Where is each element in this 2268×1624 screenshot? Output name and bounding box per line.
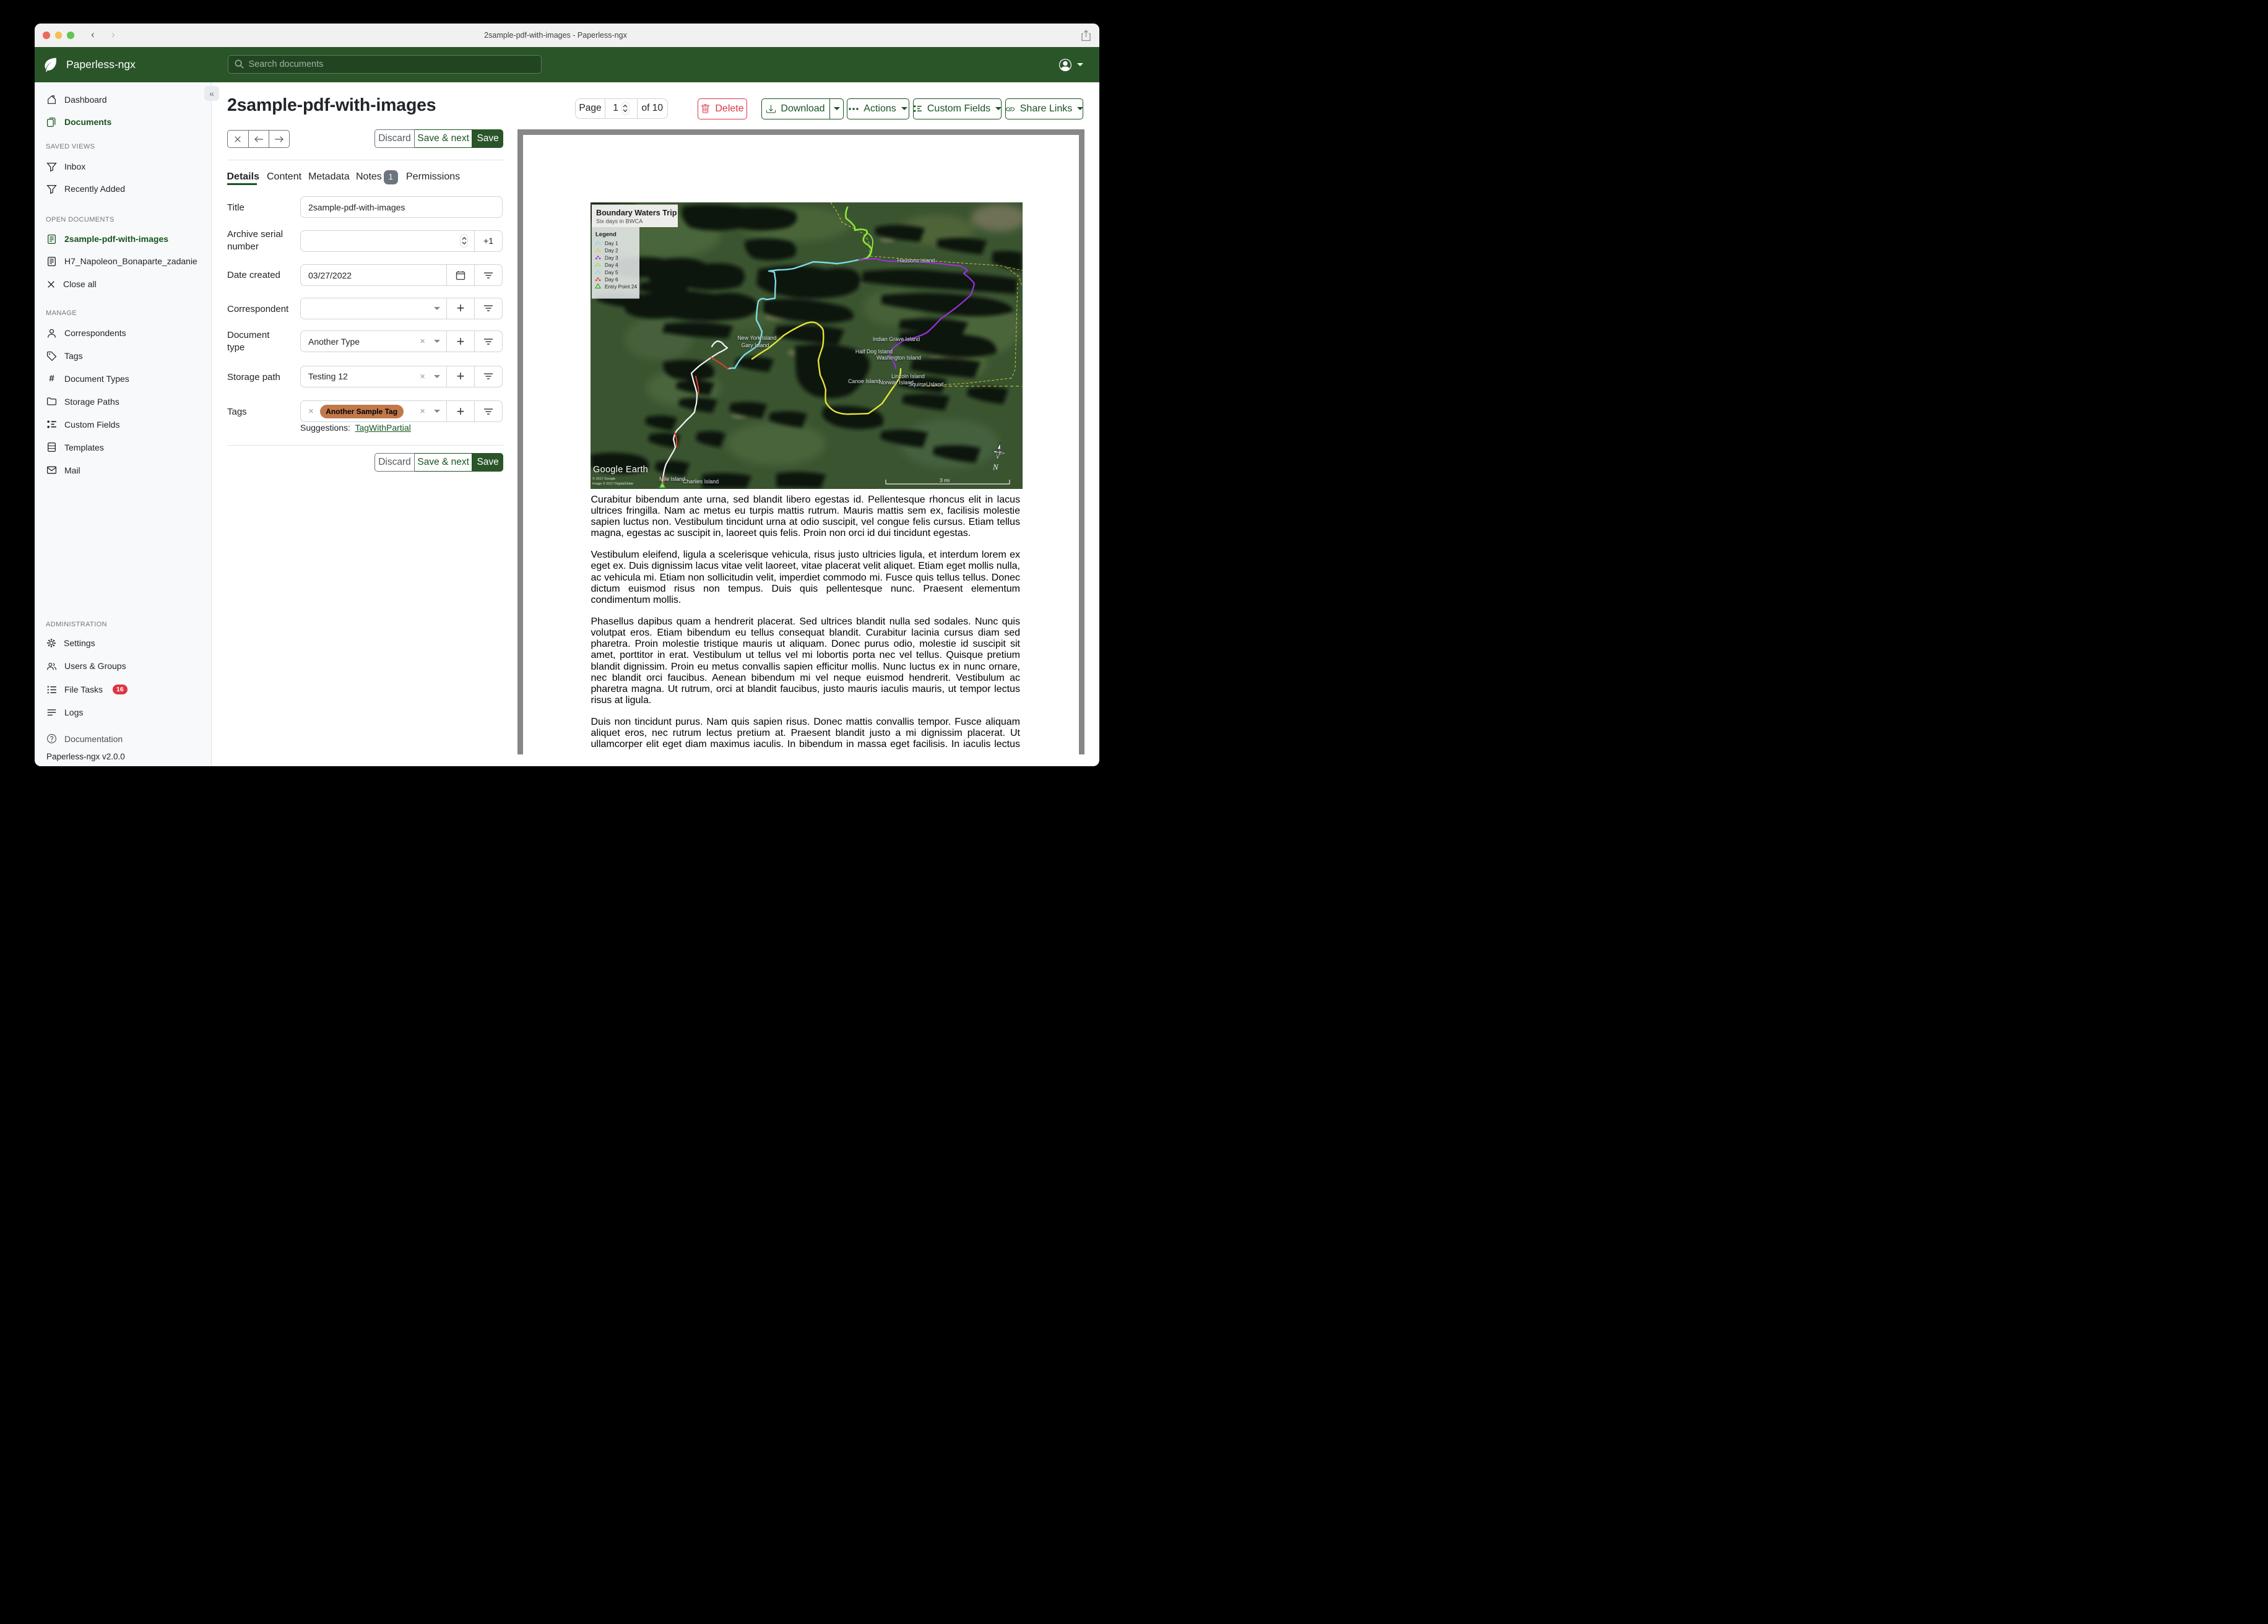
- svg-text:Boundary Waters Trip: Boundary Waters Trip: [596, 209, 677, 217]
- svg-text:Day 2: Day 2: [605, 248, 618, 254]
- svg-text:Mile Island: Mile Island: [659, 476, 685, 482]
- svg-text:Squirrel Island: Squirrel Island: [909, 381, 943, 387]
- svg-text:Day 1: Day 1: [605, 240, 618, 246]
- svg-text:Image © 2017 DigitalGlobe: Image © 2017 DigitalGlobe: [592, 482, 633, 486]
- svg-text:Day 3: Day 3: [605, 255, 618, 261]
- svg-text:3 mi: 3 mi: [940, 477, 950, 483]
- svg-text:Google Earth: Google Earth: [593, 465, 648, 475]
- svg-text:New York Island: New York Island: [738, 335, 777, 341]
- svg-text:Hausons Island: Hausons Island: [898, 257, 935, 264]
- svg-text:Washington Island: Washington Island: [876, 355, 921, 361]
- svg-text:© 2017 Google: © 2017 Google: [592, 477, 615, 481]
- svg-text:Six days in BWCA: Six days in BWCA: [596, 218, 643, 225]
- svg-text:Legend: Legend: [595, 231, 617, 238]
- svg-text:Indian Grave Island: Indian Grave Island: [873, 336, 920, 342]
- svg-text:Entry Point 24: Entry Point 24: [605, 284, 638, 290]
- svg-text:Day 5: Day 5: [605, 269, 618, 275]
- svg-text:Day 6: Day 6: [605, 277, 618, 283]
- svg-text:Gary Island: Gary Island: [742, 342, 769, 348]
- svg-text:Text: Text: [800, 373, 815, 382]
- svg-text:N: N: [992, 462, 999, 472]
- svg-text:Lincoln Island: Lincoln Island: [892, 373, 925, 379]
- svg-text:Charlies Island: Charlies Island: [683, 478, 719, 485]
- svg-text:Day 4: Day 4: [605, 262, 618, 268]
- svg-text:Canoe Island: Canoe Island: [849, 378, 881, 384]
- svg-text:Half Dog Island: Half Dog Island: [855, 348, 893, 355]
